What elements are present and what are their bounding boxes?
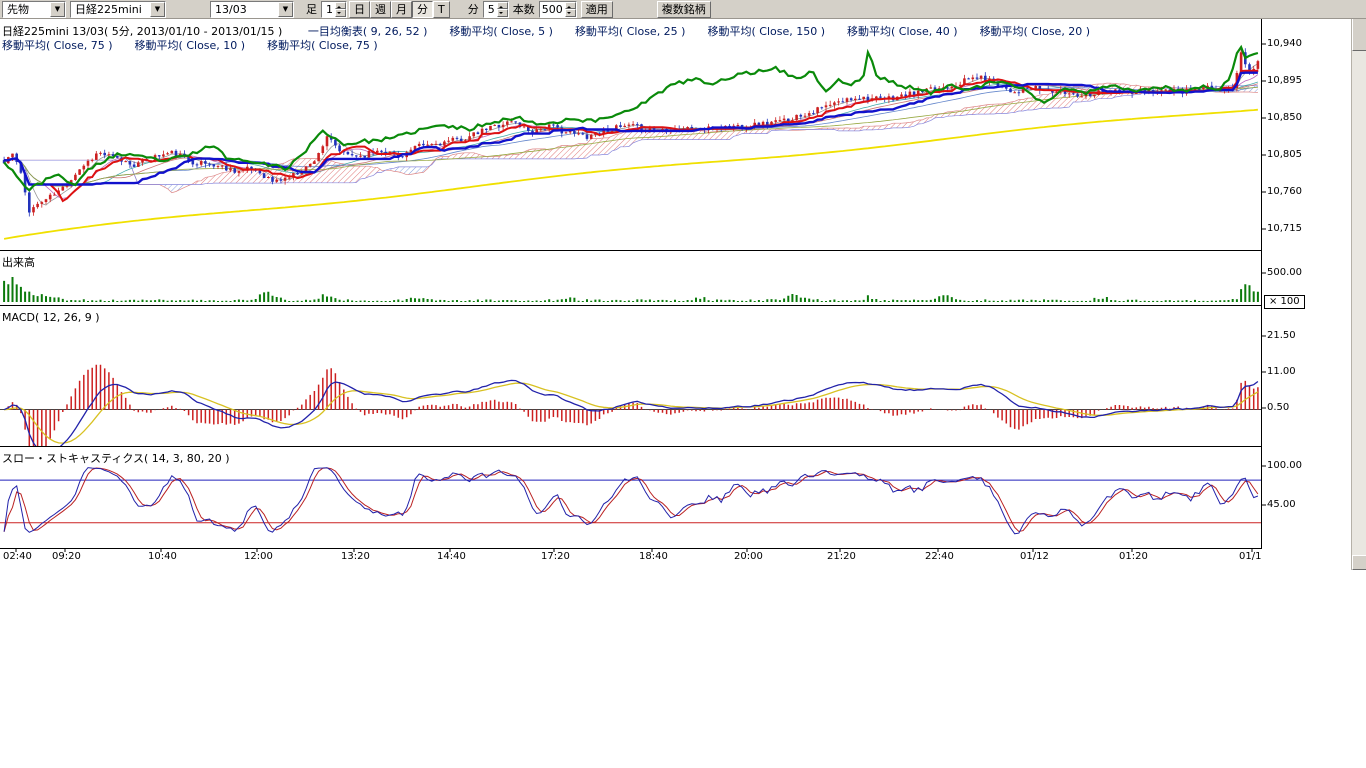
symbol-value: 日経225mini <box>71 1 146 17</box>
instrument-type-select[interactable]: 先物 ▼ <box>2 1 66 18</box>
indicator-label: 移動平均( Close, 150 ) <box>707 25 825 38</box>
indicator-label: 移動平均( Close, 10 ) <box>135 39 246 52</box>
price-axis-label: 10,805 <box>1267 149 1302 160</box>
indicator-label: 移動平均( Close, 40 ) <box>847 25 958 38</box>
stoch-axis-label: 100.00 <box>1267 460 1302 471</box>
volume-bars <box>3 277 1259 302</box>
price-axis-label: 10,940 <box>1267 38 1302 49</box>
time-axis-label: 02:40 <box>3 551 32 562</box>
minute-spinner[interactable]: 5 <box>483 1 509 18</box>
price-axis-label: 10,895 <box>1267 75 1302 86</box>
time-axis-label: 01/1 <box>1239 551 1261 562</box>
macd-axis-label: 21.50 <box>1267 330 1296 341</box>
time-axis-label: 09:20 <box>52 551 81 562</box>
price-axis-label: 10,715 <box>1267 223 1302 234</box>
contract-month-select[interactable]: 13/03 ▼ <box>210 1 294 18</box>
time-axis-label: 01/12 <box>1020 551 1049 562</box>
macd-panel-title: MACD( 12, 26, 9 ) <box>2 311 100 324</box>
time-axis-label: 17:20 <box>541 551 570 562</box>
toolbar: 先物 ▼ 日経225mini ▼ 13/03 ▼ 足 1 日 週 月 分 T 分… <box>0 0 1366 19</box>
indicator-label: 移動平均( Close, 5 ) <box>449 25 553 38</box>
bar-label: 足 <box>302 1 321 17</box>
indicator-header-row2: 移動平均( Close, 75 ) 移動平均( Close, 10 ) 移動平均( … <box>2 37 400 53</box>
time-axis-label: 14:40 <box>437 551 466 562</box>
spinner-arrows[interactable] <box>565 2 576 17</box>
chevron-down-icon[interactable]: ▼ <box>150 2 165 17</box>
stochastics-panel-title: スロー・ストキャスティクス( 14, 3, 80, 20 ) <box>2 450 230 466</box>
bar-interval-value: 1 <box>322 3 335 16</box>
time-axis-label: 20:00 <box>734 551 763 562</box>
time-axis-label: 12:00 <box>244 551 273 562</box>
contract-value: 13/03 <box>211 3 251 16</box>
symbol-select[interactable]: 日経225mini ▼ <box>70 1 166 18</box>
volume-axis-label: 500.00 <box>1267 267 1302 278</box>
period-tick-button[interactable]: T <box>433 1 450 18</box>
indicator-label: 移動平均( Close, 20 ) <box>980 25 1091 38</box>
time-axis-label: 01:20 <box>1119 551 1148 562</box>
macd-histogram <box>4 365 1258 459</box>
bars-count-spinner[interactable]: 500 <box>539 1 577 18</box>
period-day-button[interactable]: 日 <box>349 1 370 18</box>
period-minute-button[interactable]: 分 <box>412 1 433 18</box>
stoch-k-line <box>4 468 1258 534</box>
price-panel-plot[interactable] <box>3 47 1259 239</box>
bars-count-value: 500 <box>540 3 565 16</box>
time-axis-label: 18:40 <box>639 551 668 562</box>
scroll-thumb[interactable] <box>1352 15 1366 51</box>
chart-area: 日経225mini 13/03( 5分, 2013/01/10 - 2013/0… <box>0 0 1366 768</box>
chevron-down-icon[interactable]: ▼ <box>278 2 293 17</box>
minute-value: 5 <box>484 3 497 16</box>
scroll-down-button[interactable] <box>1352 555 1366 570</box>
bar-interval-spinner[interactable]: 1 <box>321 1 347 18</box>
period-week-button[interactable]: 週 <box>370 1 391 18</box>
time-axis-label: 22:40 <box>925 551 954 562</box>
stoch-d-line <box>4 468 1258 532</box>
arrow-down-icon <box>1356 562 1364 570</box>
chart-canvas[interactable] <box>0 0 1366 580</box>
volume-multiplier-badge: × 100 <box>1264 295 1305 309</box>
spinner-arrows[interactable] <box>335 2 346 17</box>
macd-axis-label: 11.00 <box>1267 366 1296 377</box>
bars-count-label: 本数 <box>509 1 539 17</box>
indicator-label: 移動平均( Close, 75 ) <box>2 39 113 52</box>
macd-panel-plot[interactable] <box>0 365 1262 459</box>
multi-symbol-button[interactable]: 複数銘柄 <box>657 1 711 18</box>
indicator-label: 移動平均( Close, 25 ) <box>575 25 686 38</box>
time-axis-label: 10:40 <box>148 551 177 562</box>
stoch-axis-label: 45.00 <box>1267 499 1296 510</box>
minute-label: 分 <box>464 1 483 17</box>
indicator-label: 移動平均( Close, 75 ) <box>267 39 378 52</box>
instrument-type-value: 先物 <box>3 1 33 17</box>
time-axis-label: 13:20 <box>341 551 370 562</box>
volume-panel-plot[interactable] <box>3 277 1259 302</box>
price-axis-label: 10,850 <box>1267 112 1302 123</box>
stochastics-panel-plot[interactable] <box>0 468 1262 534</box>
chevron-down-icon[interactable]: ▼ <box>50 2 65 17</box>
spinner-arrows[interactable] <box>497 2 508 17</box>
macd-axis-label: 0.50 <box>1267 402 1289 413</box>
period-month-button[interactable]: 月 <box>391 1 412 18</box>
price-axis-label: 10,760 <box>1267 186 1302 197</box>
time-axis-label: 21:20 <box>827 551 856 562</box>
apply-button[interactable]: 適用 <box>581 1 613 18</box>
volume-panel-title: 出来高 <box>2 254 35 270</box>
vertical-scrollbar[interactable] <box>1351 0 1366 570</box>
